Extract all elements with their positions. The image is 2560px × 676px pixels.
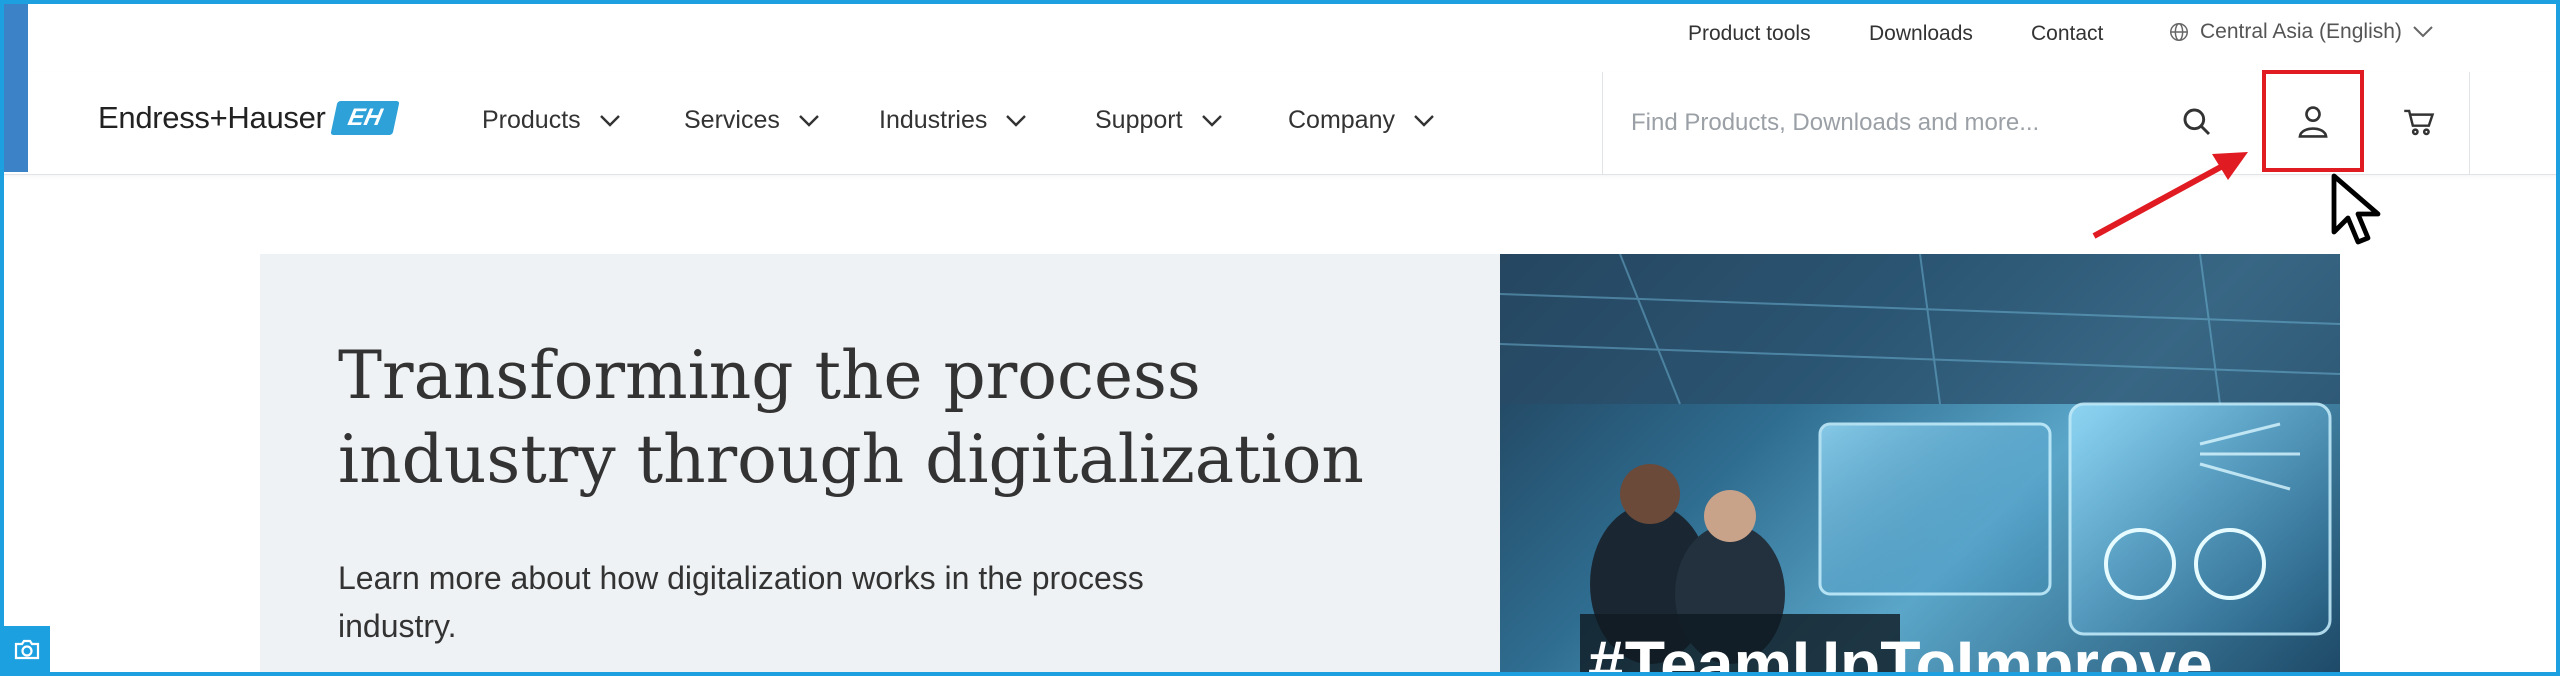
contact-link[interactable]: Contact bbox=[2031, 22, 2103, 46]
cart-icon bbox=[2404, 109, 2435, 136]
left-accent-strip bbox=[4, 4, 28, 172]
hero-panel: Transforming the process industry throug… bbox=[260, 254, 1500, 676]
product-tools-link[interactable]: Product tools bbox=[1688, 22, 1811, 46]
nav-item-support[interactable]: Support bbox=[1095, 106, 1223, 135]
hero-subtitle: Learn more about how digitalization work… bbox=[338, 560, 1144, 644]
brand-mark: EH bbox=[329, 101, 400, 135]
brand-logo[interactable]: Endress+Hauser EH bbox=[98, 100, 400, 136]
annotation-arrow bbox=[2092, 152, 2248, 239]
camera-icon bbox=[14, 639, 40, 660]
nav-item-products[interactable]: Products bbox=[482, 106, 621, 135]
chevron-down-icon bbox=[599, 114, 620, 127]
hero-image-illustration bbox=[1500, 254, 2340, 676]
search-icon bbox=[2183, 108, 2211, 136]
nav-item-company[interactable]: Company bbox=[1288, 106, 1435, 135]
nav-item-industries[interactable]: Industries bbox=[879, 106, 1027, 135]
brand-name: Endress+Hauser bbox=[98, 100, 326, 135]
search-button[interactable] bbox=[2179, 104, 2215, 140]
nav-item-label: Products bbox=[482, 106, 581, 134]
utility-bar: Product tools Downloads Contact Central … bbox=[0, 0, 2560, 73]
cart-button[interactable] bbox=[2399, 102, 2439, 142]
globe-icon bbox=[2170, 23, 2188, 41]
nav-item-label: Support bbox=[1095, 106, 1183, 134]
nav-item-label: Industries bbox=[879, 106, 988, 134]
downloads-link[interactable]: Downloads bbox=[1869, 22, 1973, 46]
screenshot-button[interactable] bbox=[4, 626, 50, 672]
chevron-down-icon bbox=[1006, 114, 1027, 127]
highlight-box bbox=[2262, 70, 2364, 172]
region-selector[interactable]: Central Asia (English) bbox=[2168, 20, 2434, 44]
nav-item-label: Company bbox=[1288, 106, 1395, 134]
chevron-down-icon bbox=[799, 114, 819, 127]
chevron-down-icon bbox=[1201, 114, 1222, 127]
hero-image-caption: #TeamUpToImprove bbox=[1588, 627, 2213, 676]
chevron-down-icon bbox=[1414, 114, 1434, 127]
hero-image: #TeamUpToImprove bbox=[1500, 254, 2340, 676]
region-label: Central Asia (English) bbox=[2200, 20, 2402, 43]
nav-item-services[interactable]: Services bbox=[684, 106, 820, 135]
nav-item-label: Services bbox=[684, 106, 780, 134]
mouse-cursor-icon bbox=[2331, 173, 2381, 245]
hero-title: Transforming the process industry throug… bbox=[338, 337, 1364, 498]
search-input[interactable] bbox=[1629, 102, 2213, 144]
chevron-down-icon bbox=[2413, 26, 2433, 38]
